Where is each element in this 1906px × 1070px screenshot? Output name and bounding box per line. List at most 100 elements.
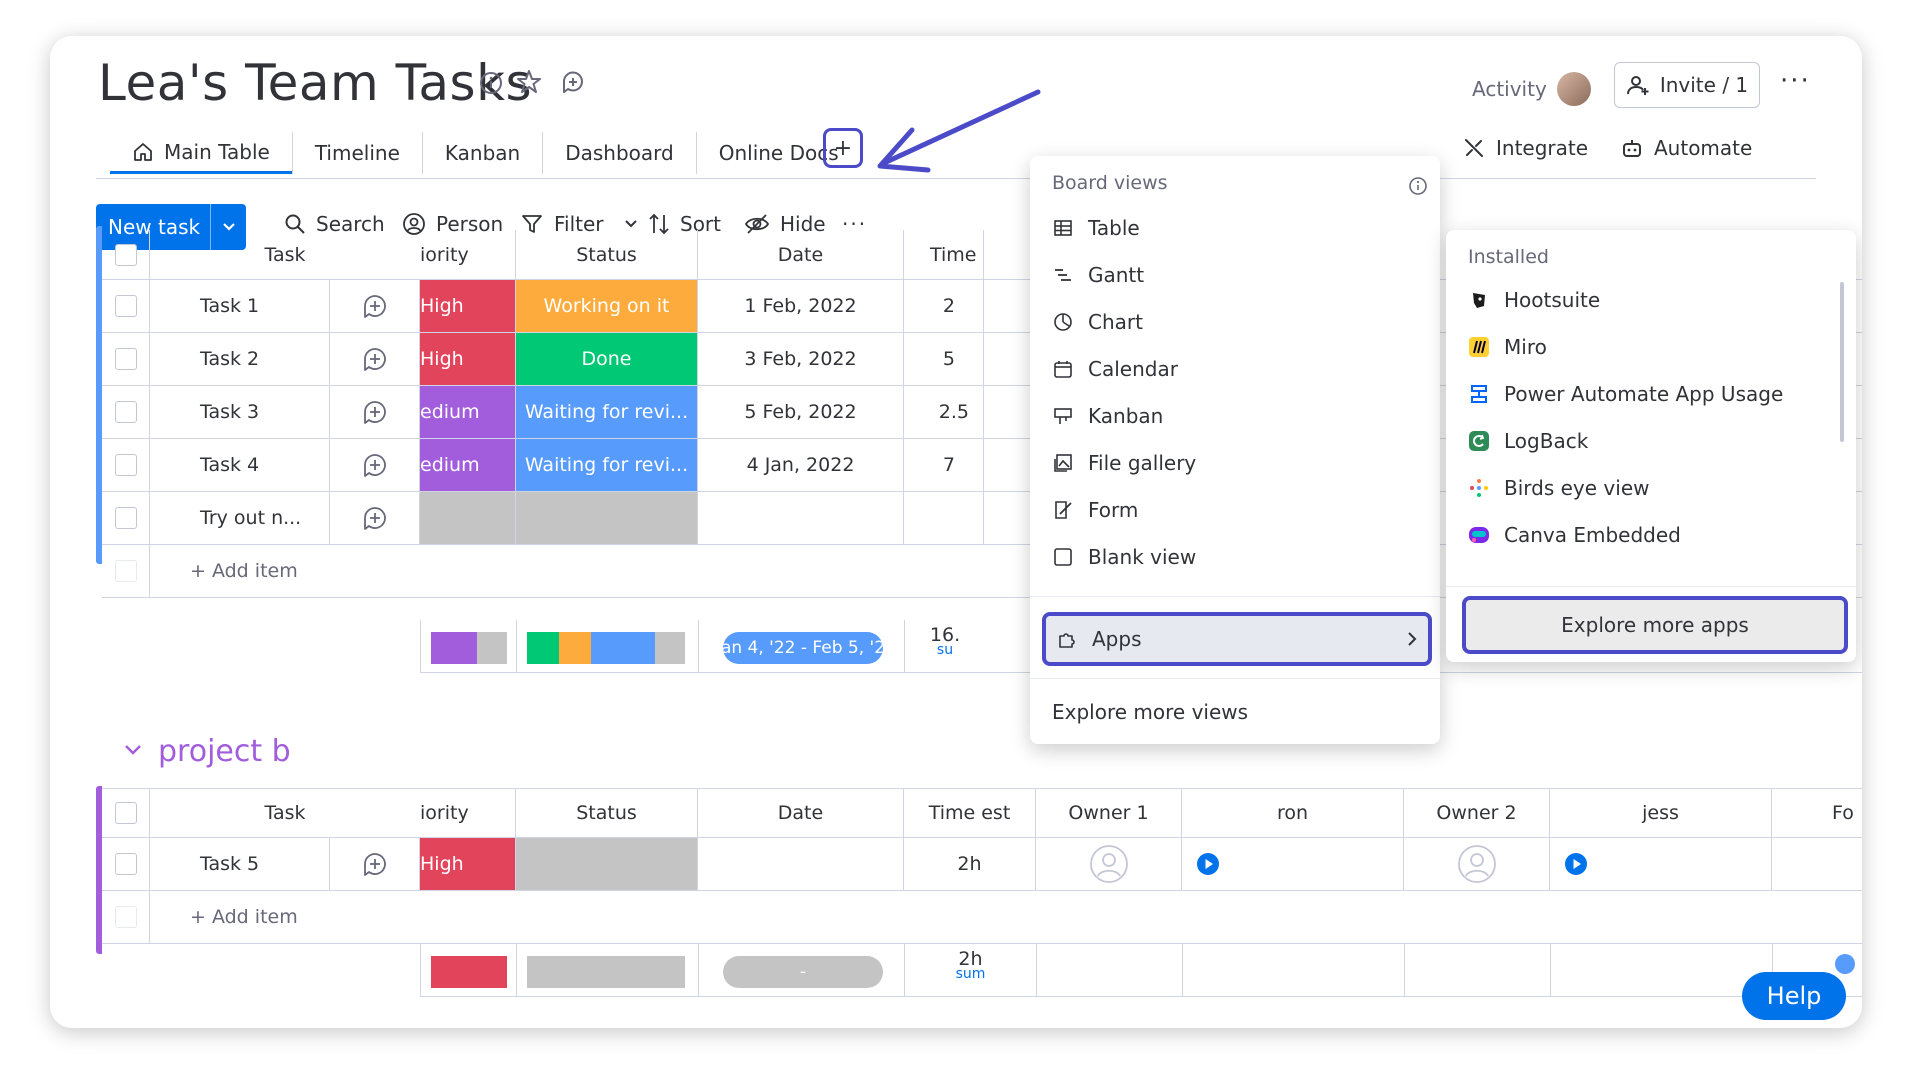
- column-header-time-est[interactable]: Time est: [904, 789, 1036, 837]
- row-checkbox[interactable]: [114, 348, 137, 370]
- task-name-cell[interactable]: Try out n...: [150, 492, 330, 544]
- integrate-button[interactable]: Integrate: [1462, 136, 1588, 160]
- select-all-cell[interactable]: [102, 789, 150, 837]
- menu-item-blank-view[interactable]: Blank view: [1052, 537, 1196, 577]
- tab-kanban[interactable]: Kanban: [421, 132, 542, 174]
- owner2-cell[interactable]: [1404, 838, 1550, 890]
- date-cell[interactable]: 5 Feb, 2022: [698, 386, 904, 438]
- task-name-cell[interactable]: Task 3: [150, 386, 330, 438]
- update-cell[interactable]: [330, 386, 420, 438]
- app-item-canva-embedded[interactable]: Canva Embedded: [1468, 515, 1681, 555]
- add-view-button[interactable]: +: [823, 128, 863, 168]
- tab-main-table[interactable]: Main Table: [110, 132, 292, 174]
- row-select-cell[interactable]: [102, 492, 150, 544]
- menu-item-apps[interactable]: Apps: [1042, 612, 1432, 666]
- column-header-priority[interactable]: iority: [420, 789, 516, 837]
- column-header-task[interactable]: Task: [150, 789, 420, 837]
- app-item-birds-eye-view[interactable]: Birds eye view: [1468, 468, 1649, 508]
- update-cell[interactable]: [330, 280, 420, 332]
- priority-cell[interactable]: High: [420, 280, 516, 332]
- status-cell[interactable]: [516, 492, 698, 544]
- update-cell[interactable]: [330, 439, 420, 491]
- app-item-power-automate[interactable]: Power Automate App Usage: [1468, 374, 1783, 414]
- date-cell[interactable]: 1 Feb, 2022: [698, 280, 904, 332]
- menu-item-kanban[interactable]: Kanban: [1052, 396, 1163, 436]
- column-header-date[interactable]: Date: [698, 230, 904, 279]
- row-checkbox[interactable]: [114, 853, 137, 875]
- row-checkbox[interactable]: [114, 454, 137, 476]
- info-icon[interactable]: [1408, 176, 1428, 196]
- priority-cell[interactable]: edium: [420, 386, 516, 438]
- row-select-cell[interactable]: [102, 838, 150, 890]
- table-row[interactable]: Task 5 High 2h: [102, 838, 1862, 891]
- tab-timeline[interactable]: Timeline: [291, 132, 422, 174]
- ron-cell[interactable]: [1182, 838, 1404, 890]
- add-update-icon[interactable]: [362, 293, 388, 319]
- column-header-time[interactable]: Time: [904, 230, 984, 279]
- play-icon[interactable]: [1196, 852, 1220, 876]
- more-options-icon[interactable]: ···: [1780, 66, 1811, 96]
- tab-dashboard[interactable]: Dashboard: [542, 132, 696, 174]
- row-select-cell[interactable]: [102, 386, 150, 438]
- column-header-fo[interactable]: Fo: [1772, 789, 1862, 837]
- collapse-chevron-icon[interactable]: [124, 744, 142, 756]
- time-cell[interactable]: 2.5: [904, 386, 984, 438]
- column-header-priority[interactable]: iority: [420, 230, 516, 279]
- menu-item-gantt[interactable]: Gantt: [1052, 255, 1144, 295]
- row-select-cell[interactable]: [102, 439, 150, 491]
- task-name-cell[interactable]: Task 4: [150, 439, 330, 491]
- column-header-ron[interactable]: ron: [1182, 789, 1404, 837]
- column-header-task[interactable]: Task: [150, 230, 420, 279]
- menu-item-calendar[interactable]: Calendar: [1052, 349, 1178, 389]
- update-cell[interactable]: [330, 838, 420, 890]
- add-update-icon[interactable]: [362, 452, 388, 478]
- add-item-input[interactable]: + Add item: [150, 545, 910, 597]
- priority-cell[interactable]: [420, 492, 516, 544]
- row-checkbox[interactable]: [114, 401, 137, 423]
- column-header-status[interactable]: Status: [516, 230, 698, 279]
- priority-cell[interactable]: High: [420, 838, 516, 890]
- task-name-cell[interactable]: Task 5: [150, 838, 330, 890]
- update-cell[interactable]: [330, 492, 420, 544]
- chevron-down-icon[interactable]: [624, 219, 638, 229]
- add-item-row[interactable]: + Add item: [102, 891, 1862, 944]
- column-header-status[interactable]: Status: [516, 789, 698, 837]
- column-header-owner1[interactable]: Owner 1: [1036, 789, 1182, 837]
- add-update-icon[interactable]: [362, 346, 388, 372]
- select-all-checkbox[interactable]: [114, 802, 137, 824]
- status-cell[interactable]: Done: [516, 333, 698, 385]
- select-all-checkbox[interactable]: [114, 243, 137, 266]
- add-update-icon[interactable]: [362, 505, 388, 531]
- person-placeholder-icon[interactable]: [1089, 844, 1129, 884]
- task-name-cell[interactable]: Task 1: [150, 280, 330, 332]
- priority-cell[interactable]: High: [420, 333, 516, 385]
- play-icon[interactable]: [1564, 852, 1588, 876]
- app-item-logback[interactable]: LogBack: [1468, 421, 1588, 461]
- automate-button[interactable]: Automate: [1620, 136, 1752, 160]
- row-select-cell[interactable]: [102, 280, 150, 332]
- owner1-cell[interactable]: [1036, 838, 1182, 890]
- app-item-miro[interactable]: Miro: [1468, 327, 1547, 367]
- time-cell[interactable]: 2: [904, 280, 984, 332]
- column-header-jess[interactable]: jess: [1550, 789, 1772, 837]
- select-all-cell[interactable]: [102, 230, 150, 279]
- row-select-cell[interactable]: [102, 333, 150, 385]
- priority-cell[interactable]: edium: [420, 439, 516, 491]
- time-cell[interactable]: 5: [904, 333, 984, 385]
- activity-button[interactable]: Activity: [1472, 72, 1591, 106]
- invite-button[interactable]: Invite / 1: [1614, 62, 1760, 108]
- date-cell[interactable]: 4 Jan, 2022: [698, 439, 904, 491]
- chat-icon[interactable]: [560, 70, 586, 96]
- menu-item-form[interactable]: Form: [1052, 490, 1138, 530]
- update-cell[interactable]: [330, 333, 420, 385]
- group-title[interactable]: project b: [158, 734, 291, 769]
- person-placeholder-icon[interactable]: [1457, 844, 1497, 884]
- explore-more-views-link[interactable]: Explore more views: [1052, 692, 1248, 732]
- status-cell[interactable]: Working on it: [516, 280, 698, 332]
- scrollbar[interactable]: [1840, 282, 1844, 442]
- help-button[interactable]: Help: [1742, 972, 1846, 1020]
- time-cell[interactable]: 7: [904, 439, 984, 491]
- row-checkbox[interactable]: [114, 507, 137, 529]
- menu-item-chart[interactable]: Chart: [1052, 302, 1143, 342]
- status-cell[interactable]: Waiting for revi...: [516, 439, 698, 491]
